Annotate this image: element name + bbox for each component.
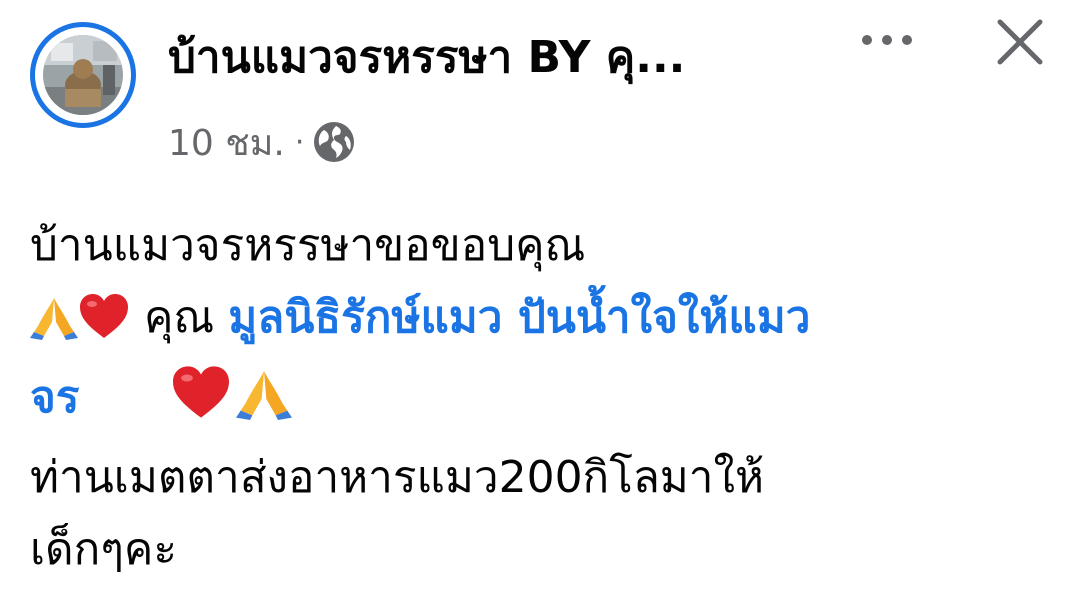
more-options-button[interactable] [852, 18, 922, 62]
post-text-line: ท่านเมตตาส่งอาหารแมว200กิโลมาให้ [30, 452, 764, 503]
red-heart-emoji [78, 290, 130, 362]
post-meta: 10 ชม. · [168, 112, 356, 172]
post-text-line: เด็กๆคะ [30, 524, 177, 575]
mention-link[interactable]: มูลนิธิรักษ์แมว ปันน้ำใจให้แมว [228, 292, 810, 343]
post-text-line: คุณ มูลนิธิรักษ์แมว ปันน้ำใจให้แมว [30, 282, 1050, 362]
post-text-line: บ้านแมวจรหรรษาขอขอบคุณ [30, 220, 586, 271]
close-icon [997, 19, 1043, 65]
red-heart-emoji [169, 364, 233, 442]
more-dots-icon [862, 35, 912, 45]
mention-link-continued[interactable]: จร [30, 372, 79, 423]
page-avatar[interactable] [43, 35, 123, 115]
post-text-line: จร [30, 362, 1050, 442]
folded-hands-emoji [233, 364, 295, 442]
post-timestamp[interactable]: 10 ชม. [168, 114, 285, 171]
thanks-prefix: คุณ [144, 292, 215, 343]
post-view: บ้านแมวจรหรรษา BY คุ... 10 ชม. · บ้านแมว… [0, 0, 1076, 594]
globe-icon [312, 120, 356, 164]
page-name-link[interactable]: บ้านแมวจรหรรษา BY คุ... [168, 28, 685, 88]
page-avatar-story-ring[interactable] [30, 22, 136, 128]
post-message: บ้านแมวจรหรรษาขอขอบคุณ คุณ มูลนิธิรักษ์แ… [30, 210, 1050, 586]
meta-separator: · [294, 124, 305, 160]
close-button[interactable] [986, 8, 1054, 76]
folded-hands-emoji [30, 290, 78, 362]
